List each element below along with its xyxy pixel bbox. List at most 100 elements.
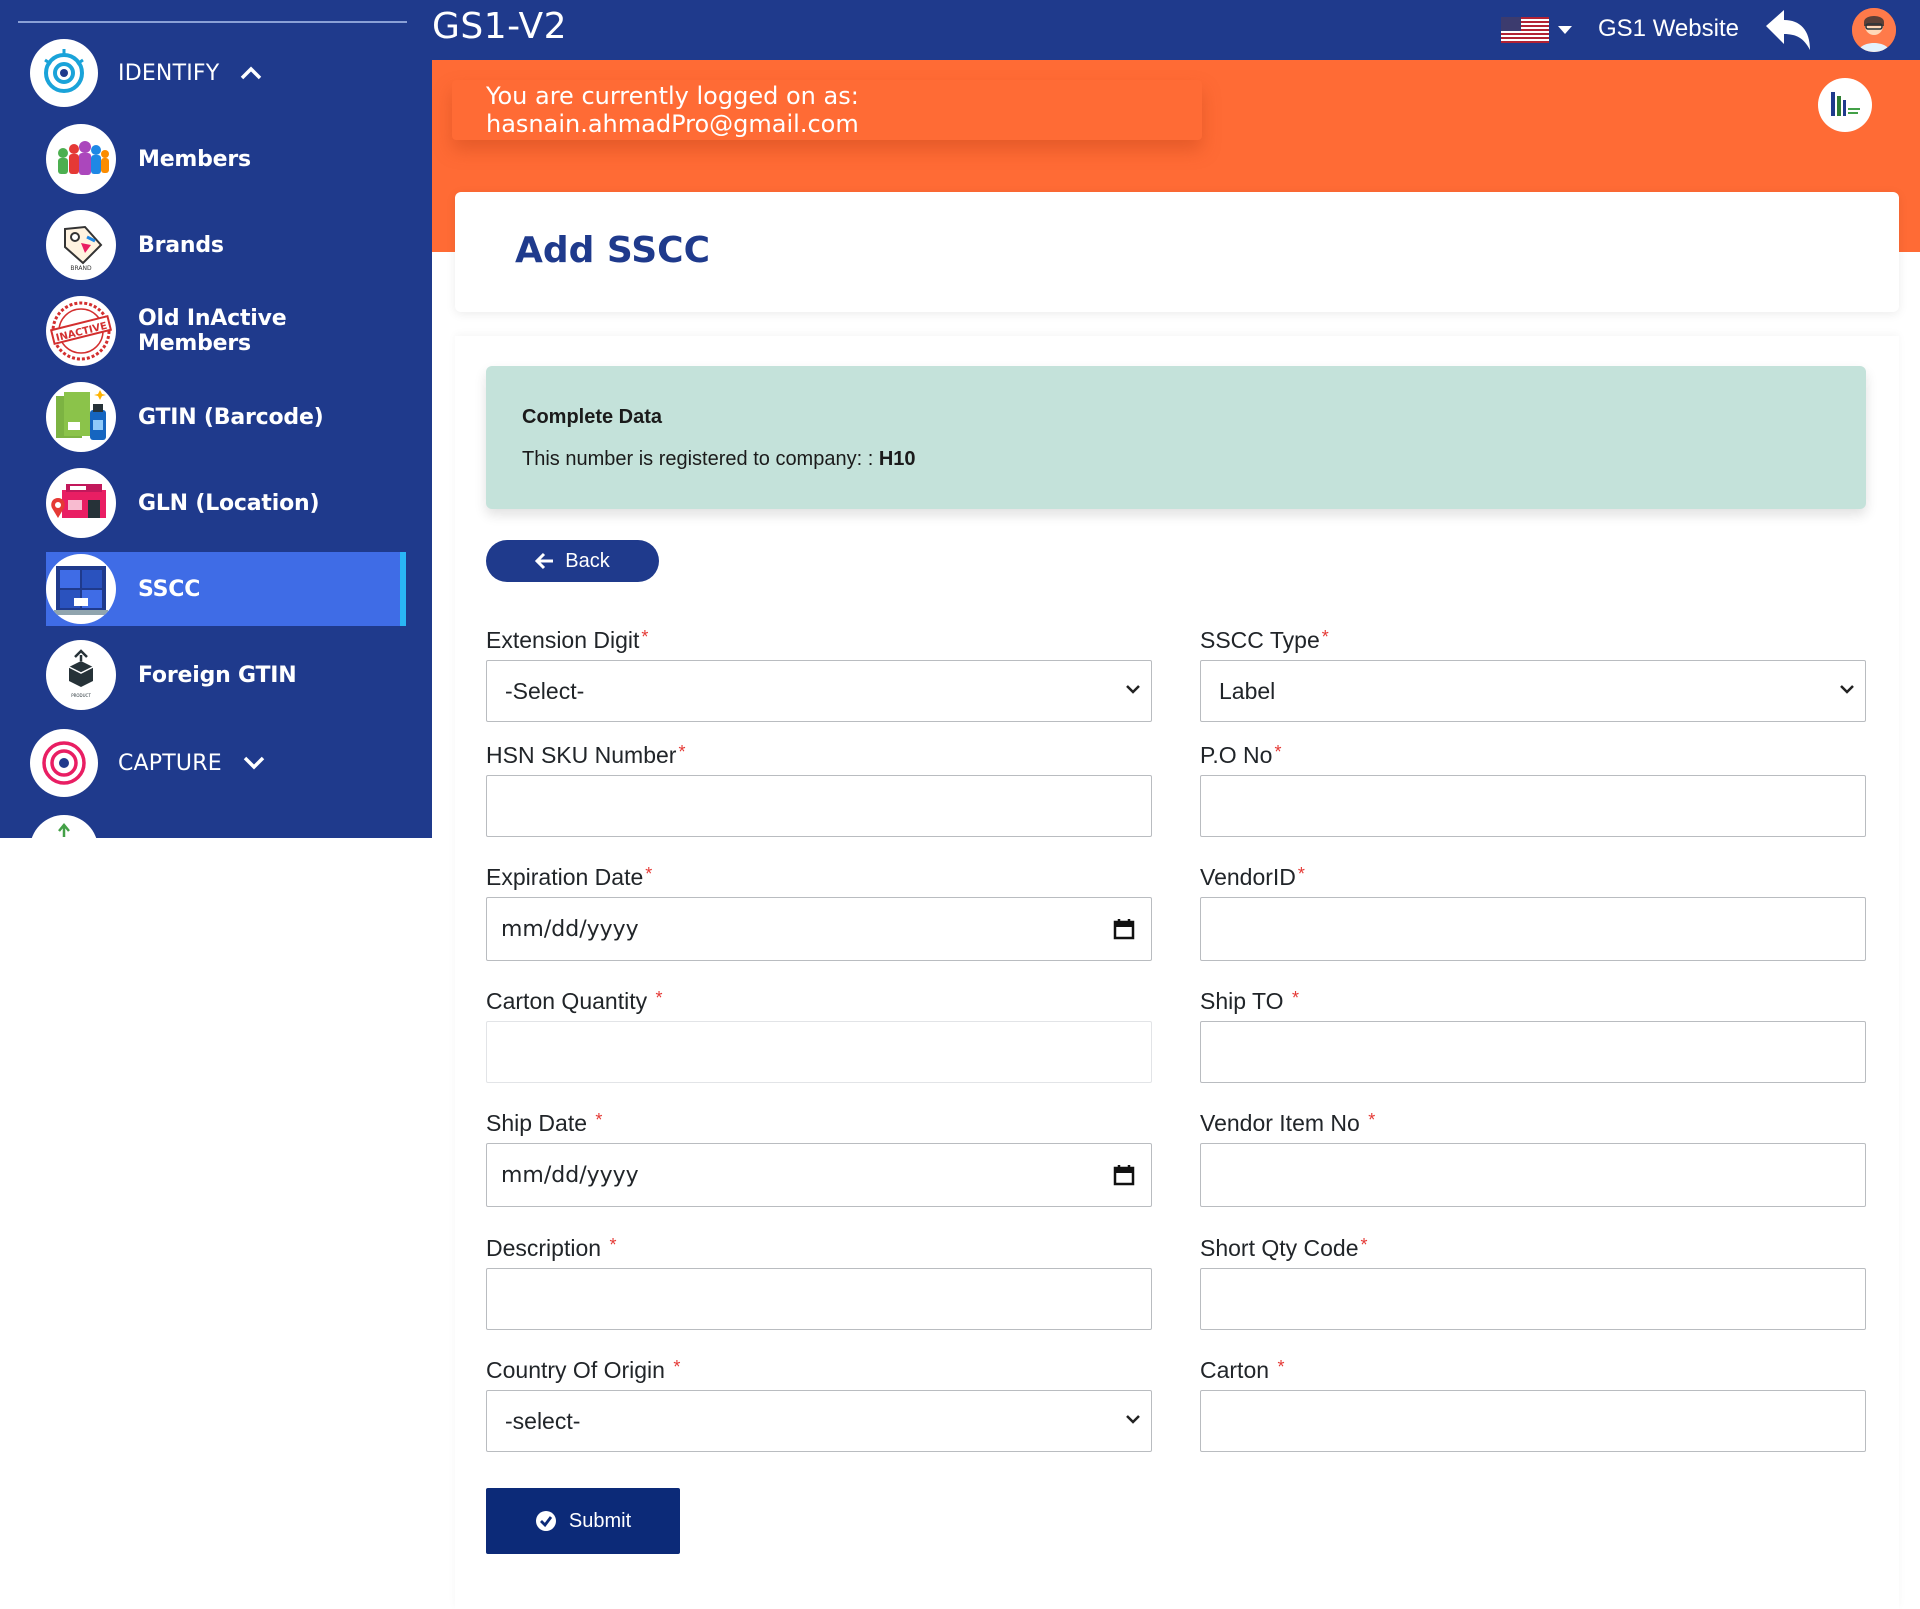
chevron-up-icon bbox=[237, 59, 265, 87]
carton-quantity-label: Carton Quantity * bbox=[486, 988, 662, 1015]
required-mark: * bbox=[1321, 627, 1329, 647]
extension-digit-label: Extension Digit * bbox=[486, 627, 648, 654]
chevron-down-icon bbox=[1126, 1415, 1140, 1424]
product-box-icon: PRODUCT bbox=[46, 640, 116, 710]
short-qty-code-input[interactable] bbox=[1200, 1268, 1866, 1330]
short-qty-code-label: Short Qty Code * bbox=[1200, 1235, 1368, 1262]
description-input[interactable] bbox=[486, 1268, 1152, 1330]
svg-text:BRAND: BRAND bbox=[70, 265, 92, 272]
country-of-origin-select[interactable]: -select- bbox=[486, 1390, 1152, 1452]
label-text: HSN SKU Number bbox=[486, 742, 677, 768]
svg-text:PRODUCT: PRODUCT bbox=[71, 693, 91, 698]
sidebar-item-gln-location[interactable]: GLN (Location) bbox=[46, 466, 406, 540]
user-avatar-icon[interactable] bbox=[1852, 8, 1896, 52]
back-button-label: Back bbox=[565, 549, 610, 572]
description-label: Description * bbox=[486, 1235, 616, 1262]
sidebar-item-label: Brands bbox=[138, 232, 224, 258]
members-icon bbox=[46, 124, 116, 194]
required-mark: * bbox=[645, 864, 653, 884]
label-text: Carton bbox=[1200, 1357, 1276, 1383]
required-mark: * bbox=[595, 1110, 603, 1130]
page-title: Add SSCC bbox=[515, 230, 711, 271]
date-placeholder: mm/dd/yyyy bbox=[501, 916, 639, 942]
required-mark: * bbox=[673, 1357, 681, 1377]
sidebar-item-label: GLN (Location) bbox=[138, 490, 320, 516]
expiration-date-label: Expiration Date * bbox=[486, 864, 652, 891]
reply-arrow-icon[interactable] bbox=[1762, 6, 1814, 54]
po-no-label: P.O No * bbox=[1200, 742, 1281, 769]
required-mark: * bbox=[1274, 742, 1282, 762]
hsn-sku-input[interactable] bbox=[486, 775, 1152, 837]
sidebar-item-label: Members bbox=[138, 146, 251, 172]
pallet-box-icon bbox=[46, 554, 116, 624]
submit-button[interactable]: Submit bbox=[486, 1488, 680, 1554]
sscc-type-select[interactable]: Label bbox=[1200, 660, 1866, 722]
carton-label: Carton * bbox=[1200, 1357, 1284, 1384]
back-button[interactable]: Back bbox=[486, 540, 659, 582]
po-no-input[interactable] bbox=[1200, 775, 1866, 837]
selected-value: -select- bbox=[505, 1407, 581, 1434]
country-of-origin-label: Country Of Origin * bbox=[486, 1357, 680, 1384]
required-mark: * bbox=[641, 627, 649, 647]
info-title: Complete Data bbox=[522, 406, 663, 428]
required-mark: * bbox=[1360, 1235, 1368, 1255]
sidebar-item-brands[interactable]: BRAND Brands bbox=[46, 208, 406, 282]
required-mark: * bbox=[678, 742, 686, 762]
info-text: This number is registered to company: : … bbox=[522, 448, 916, 471]
required-mark: * bbox=[655, 988, 663, 1008]
label-text: Extension Digit bbox=[486, 627, 640, 653]
sidebar-item-label: GTIN (Barcode) bbox=[138, 404, 324, 430]
sidebar-divider bbox=[18, 21, 407, 23]
vendor-item-no-label: Vendor Item No * bbox=[1200, 1110, 1375, 1137]
carton-quantity-input[interactable] bbox=[486, 1021, 1152, 1083]
page-title-card: Add SSCC bbox=[455, 192, 1899, 312]
login-status: You are currently logged on as: hasnain.… bbox=[452, 80, 1202, 140]
upload-icon[interactable] bbox=[30, 815, 98, 838]
barcode-product-icon bbox=[46, 382, 116, 452]
ship-date-input[interactable]: mm/dd/yyyy bbox=[486, 1143, 1152, 1207]
calendar-icon[interactable] bbox=[1113, 918, 1135, 940]
sidebar: IDENTIFY Members BRAND Brands INACTIVE O… bbox=[0, 0, 432, 838]
selected-value: Label bbox=[1219, 677, 1276, 704]
caret-down-icon[interactable] bbox=[1558, 26, 1572, 34]
sidebar-item-old-inactive-members[interactable]: INACTIVE Old InActive Members bbox=[46, 294, 406, 368]
extension-digit-select[interactable]: -Select- bbox=[486, 660, 1152, 722]
sidebar-item-members[interactable]: Members bbox=[46, 122, 406, 196]
expiration-date-input[interactable]: mm/dd/yyyy bbox=[486, 897, 1152, 961]
sidebar-item-sscc[interactable]: SSCC bbox=[46, 552, 406, 626]
required-mark: * bbox=[1291, 988, 1299, 1008]
calendar-icon[interactable] bbox=[1113, 1164, 1135, 1186]
vendor-id-label: VendorID * bbox=[1200, 864, 1305, 891]
label-text: VendorID bbox=[1200, 864, 1296, 890]
label-text: Vendor Item No bbox=[1200, 1110, 1367, 1136]
carton-input[interactable] bbox=[1200, 1390, 1866, 1452]
section-identify[interactable]: IDENTIFY bbox=[30, 39, 265, 107]
chevron-down-icon bbox=[240, 749, 268, 777]
brand-tag-icon: BRAND bbox=[46, 210, 116, 280]
label-text: Short Qty Code bbox=[1200, 1235, 1359, 1261]
target-icon bbox=[30, 729, 98, 797]
sscc-type-label: SSCC Type * bbox=[1200, 627, 1329, 654]
label-text: Carton Quantity bbox=[486, 988, 654, 1014]
ship-date-label: Ship Date * bbox=[486, 1110, 602, 1137]
app-title: GS1-V2 bbox=[432, 6, 568, 47]
location-store-icon bbox=[46, 468, 116, 538]
info-message: This number is registered to company: : bbox=[522, 448, 874, 470]
sidebar-item-gtin-barcode[interactable]: GTIN (Barcode) bbox=[46, 380, 406, 454]
company-logo-icon[interactable] bbox=[1818, 78, 1872, 132]
us-flag-icon[interactable] bbox=[1501, 17, 1549, 43]
required-mark: * bbox=[1368, 1110, 1376, 1130]
chevron-down-icon bbox=[1840, 685, 1854, 694]
sidebar-item-foreign-gtin[interactable]: PRODUCT Foreign GTIN bbox=[46, 638, 406, 712]
ship-to-input[interactable] bbox=[1200, 1021, 1866, 1083]
ship-to-label: Ship TO * bbox=[1200, 988, 1299, 1015]
section-capture[interactable]: CAPTURE bbox=[30, 729, 268, 797]
hsn-sku-label: HSN SKU Number * bbox=[486, 742, 685, 769]
label-text: P.O No bbox=[1200, 742, 1273, 768]
arrow-left-icon bbox=[535, 552, 554, 570]
gs1-website-link[interactable]: GS1 Website bbox=[1598, 15, 1739, 43]
label-text: Ship Date bbox=[486, 1110, 594, 1136]
vendor-id-input[interactable] bbox=[1200, 897, 1866, 961]
selected-value: -Select- bbox=[505, 677, 585, 704]
vendor-item-no-input[interactable] bbox=[1200, 1143, 1866, 1207]
